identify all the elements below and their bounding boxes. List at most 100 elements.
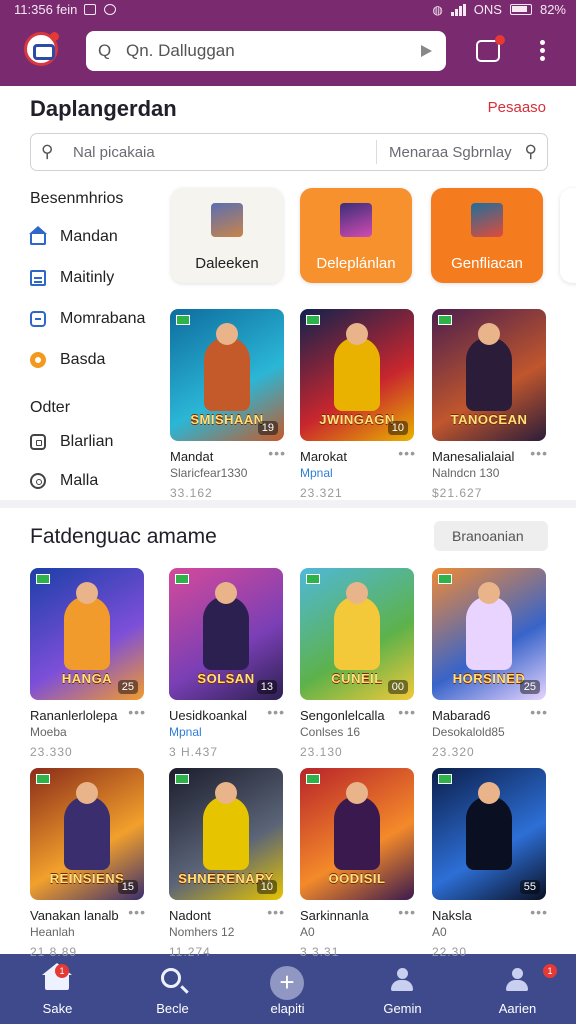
game-thumbnail[interactable]: SOLSAN 13 xyxy=(169,568,283,700)
app-header: Q Qn. Dalluggan xyxy=(0,20,576,86)
plus-icon: + xyxy=(270,966,304,1000)
more-options-icon[interactable]: ••• xyxy=(530,445,548,461)
more-options-icon[interactable]: ••• xyxy=(128,904,146,920)
game-name: Manesalialaial xyxy=(432,449,515,464)
game-card[interactable]: JWINGAGN 10 Marokat ••• Mpnal 23.321 xyxy=(300,309,418,500)
game-thumbnail[interactable]: SMISHAAN 19 xyxy=(170,309,284,441)
game-subtitle: Nomhers 12 xyxy=(169,925,235,939)
box-icon xyxy=(30,434,46,450)
sidebar-item-4[interactable]: Basda xyxy=(30,351,105,369)
more-options-icon[interactable]: ••• xyxy=(267,904,285,920)
game-thumbnail[interactable]: CUNEIL 00 xyxy=(300,568,414,700)
game-card[interactable]: CUNEIL 00 Sengonlelcalla ••• Conlses 16 23.13… xyxy=(300,568,418,759)
nav-item-2[interactable]: Becle xyxy=(115,954,230,1024)
filter-input[interactable]: Nal picakaia xyxy=(73,144,155,161)
category-chip[interactable]: Deleplánlan xyxy=(300,188,412,283)
nav-label: Becle xyxy=(156,1001,189,1016)
category-chip[interactable] xyxy=(560,188,576,283)
character-art-icon xyxy=(334,323,380,411)
game-thumbnail[interactable]: HORSINED 25 xyxy=(432,568,546,700)
game-name: Vanakan lanalb xyxy=(30,908,119,923)
nav-item-3[interactable]: + elapiti xyxy=(230,954,345,1024)
game-card[interactable]: SMISHAAN 19 Mandat ••• Slaricfear1330 33.162 xyxy=(170,309,288,500)
page-title: Daplangerdan xyxy=(30,96,177,121)
game-card[interactable]: SHNERENARY 10 Nadont ••• Nomhers 12 11.274 xyxy=(169,768,287,959)
game-card[interactable]: REINSIENS 15 Vanakan lanalb ••• Heanlah 21 8.… xyxy=(30,768,148,959)
status-text: ONS xyxy=(473,2,502,17)
title-action-link[interactable]: Pesaaso xyxy=(488,99,546,116)
more-options-icon[interactable]: ••• xyxy=(398,904,416,920)
more-options-icon[interactable]: ••• xyxy=(128,704,146,720)
game-card[interactable]: TANOCEAN Manesalialaial ••• Nalndcn 130 $21.… xyxy=(432,309,550,500)
more-options-icon[interactable]: ••• xyxy=(268,445,286,461)
nav-label: Gemin xyxy=(383,1001,422,1016)
game-name: Marokat xyxy=(300,449,347,464)
search-icon[interactable]: ⚲ xyxy=(525,142,537,162)
filter-bar[interactable]: ⚲ Nal picakaia Menaraa Sgbrnlay ⚲ xyxy=(30,133,548,171)
game-meta: 23.320 xyxy=(432,745,475,759)
more-options-icon[interactable]: ••• xyxy=(398,445,416,461)
sidebar-item-label: Momrabana xyxy=(60,310,146,327)
category-chip[interactable]: Genfliacan xyxy=(431,188,543,283)
bottom-navigation: 1 Sake Becle + elapiti Gemin 1 Aarien xyxy=(0,954,576,1024)
flag-icon xyxy=(176,315,190,325)
notification-icon xyxy=(84,4,96,15)
game-thumbnail[interactable]: HANGA 25 xyxy=(30,568,144,700)
game-thumbnail[interactable]: 55 xyxy=(432,768,546,900)
game-name: Mandat xyxy=(170,449,214,464)
game-card[interactable]: 55 Naksla ••• A0 22.30 xyxy=(432,768,550,959)
game-badge: 15 xyxy=(117,880,138,894)
game-card[interactable]: SOLSAN 13 Uesidkoankal ••• Mpnal 3 H.437 xyxy=(169,568,287,759)
more-options-icon[interactable]: ••• xyxy=(530,704,548,720)
filter-select[interactable]: Menaraa Sgbrnlay xyxy=(389,144,512,161)
character-art-icon xyxy=(466,323,512,411)
search-icon: ⚲ xyxy=(41,142,54,161)
flag-icon xyxy=(306,574,320,584)
game-subtitle: Conlses 16 xyxy=(300,725,361,739)
game-thumbnail[interactable]: TANOCEAN xyxy=(432,309,546,441)
more-options-icon[interactable]: ••• xyxy=(530,904,548,920)
nav-badge: 1 xyxy=(543,964,557,978)
sidebar-item-3[interactable]: Momrabana xyxy=(30,310,145,328)
game-subtitle: Slaricfear1330 xyxy=(170,466,248,480)
character-art-icon xyxy=(466,582,512,670)
flag-icon xyxy=(175,574,189,584)
sidebar-item-label: Maitinly xyxy=(60,269,115,286)
more-options-icon[interactable]: ••• xyxy=(267,704,285,720)
game-thumbnail[interactable]: SHNERENARY 10 xyxy=(169,768,283,900)
nav-item-1[interactable]: 1 Sake xyxy=(0,954,115,1024)
coin-icon xyxy=(30,352,46,368)
chart-icon xyxy=(30,270,46,286)
game-thumbnail[interactable]: REINSIENS 15 xyxy=(30,768,144,900)
sidebar-item-1[interactable]: Mandan xyxy=(29,225,118,246)
category-art-icon xyxy=(471,203,503,237)
category-chip[interactable]: Daleeken xyxy=(171,188,283,283)
more-menu-icon[interactable] xyxy=(540,40,546,62)
game-card[interactable]: OODISIL Sarkinnanla ••• A0 3 3.31 xyxy=(300,768,418,959)
game-card[interactable]: HORSINED 25 Mabarad6 ••• Desokalold85 23.320 xyxy=(432,568,550,759)
sidebar-item-2[interactable]: Maitinly xyxy=(30,269,114,287)
app-logo-icon[interactable] xyxy=(24,32,59,66)
heart-icon xyxy=(104,4,116,15)
category-label: Deleplánlan xyxy=(316,255,396,272)
search-input[interactable]: Q Qn. Dalluggan xyxy=(86,31,446,71)
play-icon[interactable] xyxy=(421,45,432,57)
game-name: Sarkinnanla xyxy=(300,908,369,923)
sidebar-item-6[interactable]: Malla xyxy=(30,472,98,490)
notifications-icon[interactable] xyxy=(476,35,505,62)
game-card[interactable]: HANGA 25 Rananlerlolepa ••• Moeba 23.330 xyxy=(30,568,148,759)
game-meta: 3 H.437 xyxy=(169,745,219,759)
nav-item-4[interactable]: Gemin xyxy=(345,954,460,1024)
game-thumbnail[interactable]: JWINGAGN 10 xyxy=(300,309,414,441)
flag-icon xyxy=(306,315,320,325)
character-art-icon xyxy=(203,582,249,670)
game-badge: 25 xyxy=(117,680,138,694)
sidebar-item-5[interactable]: Blarlian xyxy=(30,433,113,451)
nav-badge: 1 xyxy=(55,964,69,978)
game-thumbnail[interactable]: OODISIL xyxy=(300,768,414,900)
section-more-button[interactable]: Branoanian › xyxy=(434,521,548,551)
sidebar-item-label: Basda xyxy=(60,351,106,368)
flag-icon xyxy=(438,574,452,584)
nav-item-5[interactable]: 1 Aarien xyxy=(460,954,575,1024)
more-options-icon[interactable]: ••• xyxy=(398,704,416,720)
